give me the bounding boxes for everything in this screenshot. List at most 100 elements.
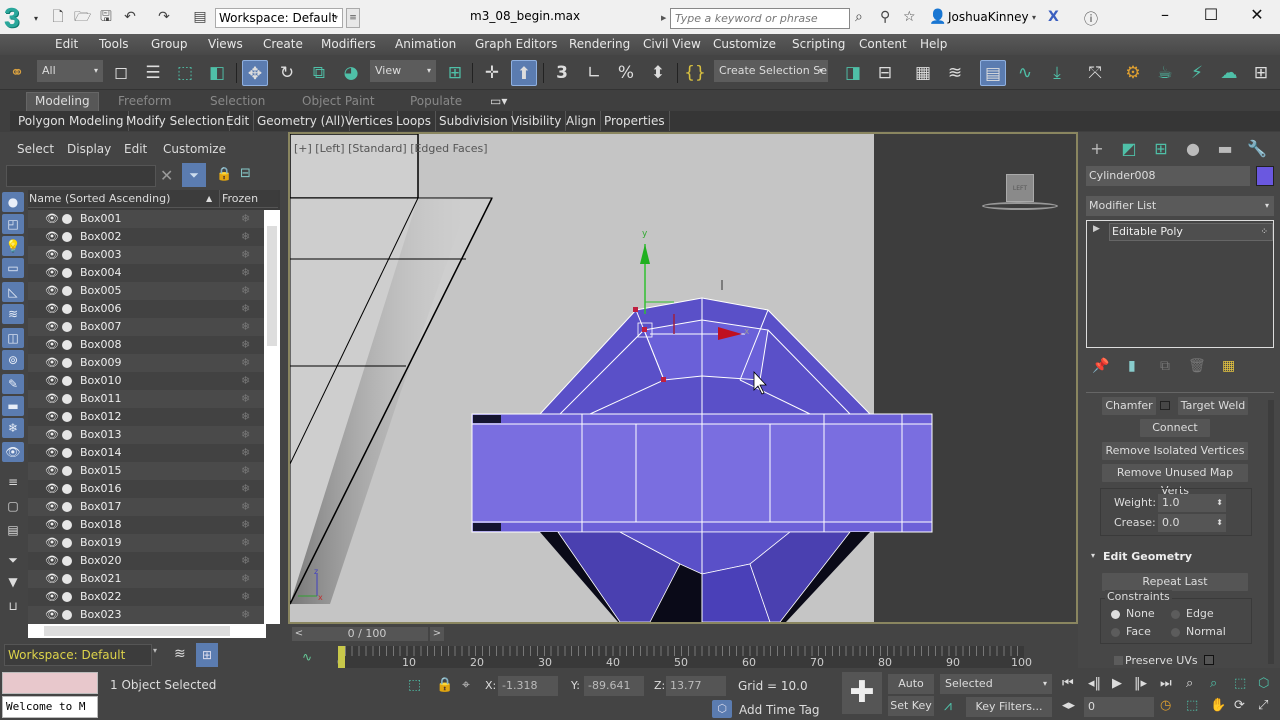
visibility-eye-icon[interactable]: 👁 — [45, 426, 59, 444]
renderable-dot-icon[interactable] — [62, 538, 72, 548]
frozen-snowflake-icon[interactable]: ❄ — [241, 588, 250, 606]
z-coord-field[interactable]: 13.77 — [666, 676, 726, 696]
viewcube[interactable]: LEFT — [1006, 174, 1034, 202]
lock-icon[interactable]: 🔒 — [216, 167, 232, 182]
undo-icon[interactable]: ↶ — [122, 9, 138, 25]
y-coord-field[interactable]: -89.641 — [584, 676, 644, 696]
hierarchy-icon[interactable]: ⊟ — [240, 166, 251, 181]
maxscript-mini-listener-input[interactable]: Welcome to M — [2, 696, 98, 718]
list-item[interactable]: 👁 Box003 ❄ — [28, 246, 266, 264]
frozen-snowflake-icon[interactable]: ❄ — [241, 228, 250, 246]
frozen-snowflake-icon[interactable]: ❄ — [241, 300, 250, 318]
percent-snap-icon[interactable]: % — [613, 60, 639, 86]
renderable-dot-icon[interactable] — [62, 592, 72, 602]
new-file-icon[interactable]: 🗋 — [50, 9, 66, 25]
display-lights-icon[interactable]: 💡 — [2, 236, 24, 256]
scale-icon[interactable]: ⧉ — [306, 60, 332, 86]
scrollbar-thumb[interactable] — [267, 226, 277, 346]
isolate-selection-icon[interactable]: ⬚ — [408, 677, 421, 693]
tab-object-paint[interactable]: Object Paint — [302, 94, 375, 108]
open-file-icon[interactable]: 🗁 — [74, 9, 91, 25]
display-spacewarps-icon[interactable]: ≋ — [2, 304, 24, 324]
scene-explorer-toggle-icon[interactable]: ▦ — [910, 60, 936, 86]
angle-snap-icon[interactable]: ∟ — [581, 60, 607, 86]
frozen-snowflake-icon[interactable]: ❄ — [241, 444, 250, 462]
user-account-button[interactable]: JoshuaKinney — [948, 10, 1029, 24]
maximize-viewport-icon[interactable]: ⤢ — [1258, 698, 1268, 713]
menu-modifiers[interactable]: Modifiers — [321, 37, 376, 51]
pivot-center-icon[interactable]: ⊞ — [442, 60, 468, 86]
key-mode-toggle-icon[interactable]: ◂▸ — [1062, 698, 1075, 713]
help-search-input[interactable]: Type a keyword or phrase — [670, 8, 850, 29]
frozen-snowflake-icon[interactable]: ❄ — [241, 264, 250, 282]
menu-animation[interactable]: Animation — [395, 37, 456, 51]
visibility-eye-icon[interactable]: 👁 — [45, 336, 59, 354]
render-production-icon[interactable]: ⚡ — [1184, 60, 1210, 86]
list-item[interactable]: 👁 Box001 ❄ — [28, 210, 266, 228]
visibility-eye-icon[interactable]: 👁 — [45, 390, 59, 408]
expand-arrow-icon[interactable]: ▶ — [1093, 224, 1100, 234]
viewcube-compass-ring[interactable] — [982, 202, 1058, 210]
tab-populate[interactable]: Populate — [410, 94, 462, 108]
spinner-arrows-icon[interactable]: ⬍ — [1216, 494, 1223, 512]
help-icon[interactable]: ⓘ — [1084, 9, 1098, 29]
go-to-start-icon[interactable]: ⏮ — [1062, 676, 1074, 691]
sort-by-layer-icon[interactable]: ≋ — [174, 646, 186, 662]
renderable-dot-icon[interactable] — [62, 574, 72, 584]
visibility-eye-icon[interactable]: 👁 — [45, 246, 59, 264]
next-frame-button[interactable]: > — [430, 627, 444, 641]
repeat-last-button[interactable]: Repeat Last — [1102, 573, 1248, 591]
column-header-name[interactable]: Name (Sorted Ascending) — [29, 190, 170, 208]
modify-tab-icon[interactable]: ◩ — [1118, 138, 1140, 160]
renderable-dot-icon[interactable] — [62, 268, 72, 278]
panel-vertices[interactable]: Vertices — [341, 111, 398, 131]
list-item[interactable]: 👁 Box020 ❄ — [28, 552, 266, 570]
target-weld-button[interactable]: Target Weld — [1178, 397, 1248, 415]
weight-spinner[interactable]: 1.0 ⬍ — [1158, 494, 1226, 512]
play-icon[interactable]: ▶ — [1112, 676, 1122, 691]
frozen-snowflake-icon[interactable]: ❄ — [241, 246, 250, 264]
renderable-dot-icon[interactable] — [62, 430, 72, 440]
render-setup-icon[interactable]: ⚙ — [1120, 60, 1146, 86]
se-menu-select[interactable]: Select — [17, 142, 54, 156]
rollout-collapse-icon[interactable]: ▾ — [1091, 551, 1095, 560]
key-filters-button[interactable]: Key Filters... — [966, 697, 1052, 717]
list-item[interactable]: 👁 Box022 ❄ — [28, 588, 266, 606]
menu-tools[interactable]: Tools — [99, 37, 129, 51]
zoom-all-icon[interactable]: ⌕ — [1210, 676, 1217, 691]
stack-item-editable-poly[interactable]: Editable Poly ⁘ — [1109, 223, 1273, 241]
list-item[interactable]: 👁 Box008 ❄ — [28, 336, 266, 354]
menu-views[interactable]: Views — [208, 37, 243, 51]
move-icon[interactable]: ✥ — [242, 60, 268, 86]
visibility-eye-icon[interactable]: 👁 — [45, 210, 59, 228]
display-all-icon[interactable]: ≡ — [2, 472, 24, 492]
menu-help[interactable]: Help — [920, 37, 947, 51]
renderable-dot-icon[interactable] — [62, 322, 72, 332]
select-by-name-icon[interactable]: ☰ — [140, 60, 166, 86]
vertical-scrollbar[interactable] — [264, 210, 280, 624]
mirror-icon[interactable]: ◨ — [840, 60, 866, 86]
list-item[interactable]: 👁 Box012 ❄ — [28, 408, 266, 426]
viewport-left[interactable]: y x z x [+] [Left] [Standard] [Edged Fac… — [288, 132, 1078, 624]
go-to-end-icon[interactable]: ⏭ — [1160, 676, 1172, 691]
renderable-dot-icon[interactable] — [62, 412, 72, 422]
select-manipulate-icon[interactable]: ✛ — [479, 60, 505, 86]
zoom-extents-all-icon[interactable]: ⬡ — [1258, 676, 1269, 691]
filter-icon[interactable]: ⏷ — [182, 163, 206, 187]
menu-create[interactable]: Create — [263, 37, 303, 51]
link-icon[interactable]: ⚭ — [4, 60, 30, 86]
frozen-snowflake-icon[interactable]: ❄ — [241, 462, 250, 480]
visibility-eye-icon[interactable]: 👁 — [45, 516, 59, 534]
project-icon[interactable]: ▤ — [192, 9, 208, 25]
panel-loops[interactable]: Loops — [392, 111, 437, 131]
window-crossing-icon[interactable]: ◧ — [204, 60, 230, 86]
tab-modeling[interactable]: Modeling — [26, 92, 99, 112]
renderable-dot-icon[interactable] — [62, 556, 72, 566]
zoom-extents-icon[interactable]: ⬚ — [1234, 676, 1246, 691]
object-name-field[interactable]: Cylinder008 — [1086, 166, 1250, 186]
motion-tab-icon[interactable]: ● — [1182, 138, 1204, 160]
column-header-frozen[interactable]: Frozen — [219, 190, 258, 208]
expand-search-icon[interactable]: ▶ — [661, 14, 666, 22]
visibility-eye-icon[interactable]: 👁 — [45, 588, 59, 606]
frozen-snowflake-icon[interactable]: ❄ — [241, 534, 250, 552]
